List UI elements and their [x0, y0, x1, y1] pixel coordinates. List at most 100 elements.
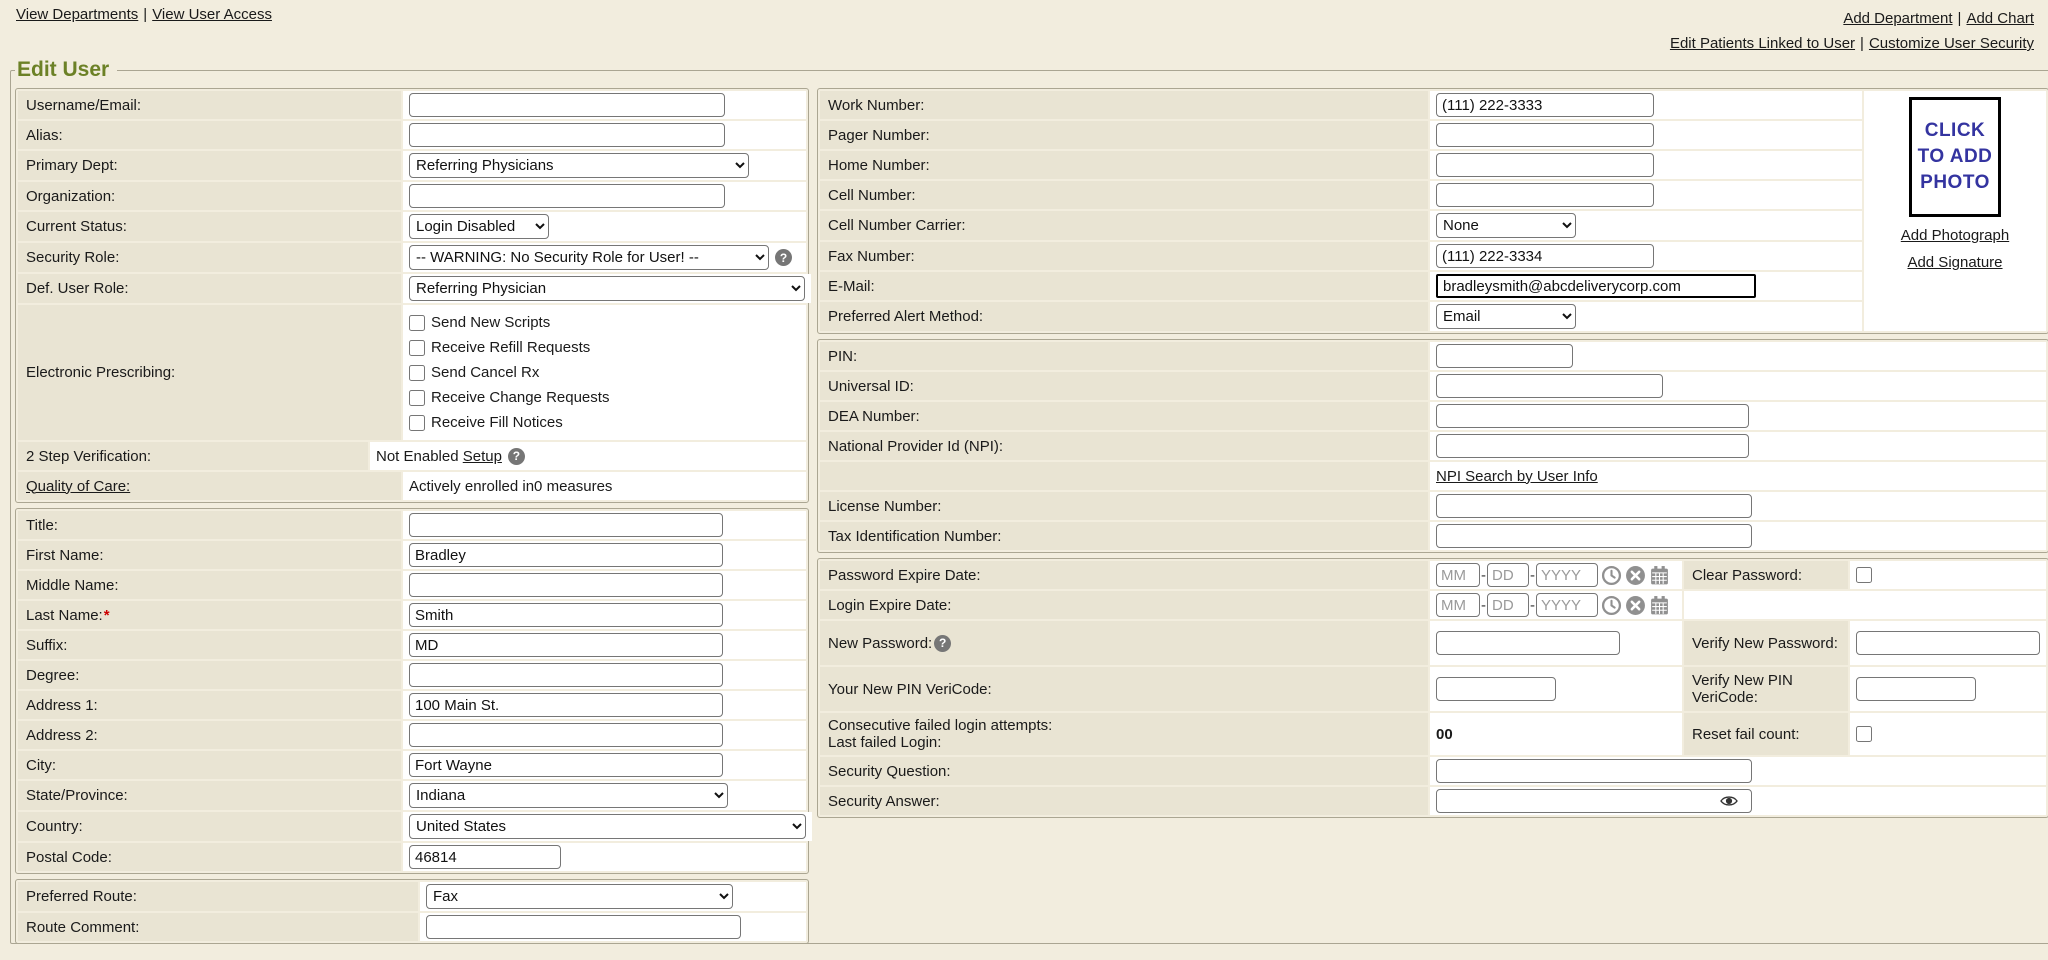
alias-input[interactable]	[409, 123, 725, 147]
receive-fill-notices-checkbox[interactable]	[409, 415, 425, 431]
help-icon[interactable]: ?	[934, 635, 951, 652]
clear-password-checkbox[interactable]	[1856, 567, 1872, 583]
add-photograph-link[interactable]: Add Photograph	[1901, 227, 2009, 244]
reset-fail-count-checkbox[interactable]	[1856, 726, 1872, 742]
send-new-scripts-option[interactable]: Send New Scripts	[409, 310, 609, 335]
first-name-input[interactable]	[409, 543, 723, 567]
receive-refill-requests-checkbox[interactable]	[409, 340, 425, 356]
calendar-icon[interactable]	[1649, 565, 1670, 586]
add-chart-link[interactable]: Add Chart	[1966, 10, 2034, 27]
organization-input[interactable]	[409, 184, 725, 208]
top-links-right: Add Department |Add Chart Edit Patients L…	[1670, 6, 2034, 56]
cell-carrier-select[interactable]: None	[1436, 213, 1576, 238]
send-new-scripts-checkbox[interactable]	[409, 315, 425, 331]
clear-date-icon[interactable]	[1625, 595, 1646, 616]
receive-refill-requests-option[interactable]: Receive Refill Requests	[409, 335, 609, 360]
help-icon[interactable]: ?	[775, 249, 792, 266]
username-label: Username/Email:	[18, 91, 401, 119]
time-icon[interactable]	[1601, 565, 1622, 586]
pin-input[interactable]	[1436, 344, 1573, 368]
state-province-select[interactable]: Indiana	[409, 783, 728, 808]
pager-number-input[interactable]	[1436, 123, 1654, 147]
customize-user-security-link[interactable]: Customize User Security	[1869, 35, 2034, 52]
address2-input[interactable]	[409, 723, 723, 747]
edit-patients-linked-link[interactable]: Edit Patients Linked to User	[1670, 35, 1855, 52]
current-status-select[interactable]: Login Disabled	[409, 214, 549, 239]
send-cancel-rx-checkbox[interactable]	[409, 365, 425, 381]
middle-name-input[interactable]	[409, 573, 723, 597]
route-comment-input[interactable]	[426, 915, 741, 939]
alias-row: Alias:	[18, 121, 806, 149]
account-section: Username/Email: Alias: Primary Dept: Ref…	[15, 88, 809, 503]
def-user-role-select[interactable]: Referring Physician	[409, 276, 805, 301]
suffix-input[interactable]	[409, 633, 723, 657]
alert-method-select[interactable]: Email	[1436, 304, 1576, 329]
suffix-label: Suffix:	[18, 631, 401, 659]
calendar-icon[interactable]	[1649, 595, 1670, 616]
dea-number-input[interactable]	[1436, 404, 1749, 428]
pager-number-row: Pager Number:	[820, 121, 1862, 149]
login-expire-mm-input[interactable]	[1436, 593, 1480, 617]
add-signature-link[interactable]: Add Signature	[1907, 254, 2002, 271]
top-links-right-row2: Edit Patients Linked to User|Customize U…	[1670, 31, 2034, 56]
primary-dept-select[interactable]: Referring Physicians	[409, 153, 749, 178]
new-password-row: New Password:? Verify New Password:	[820, 621, 2046, 665]
security-question-label: Security Question:	[820, 757, 1428, 785]
country-select[interactable]: United States	[409, 814, 806, 839]
cell-number-input[interactable]	[1436, 183, 1654, 207]
two-step-setup-link[interactable]: Setup	[463, 448, 502, 465]
time-icon[interactable]	[1601, 595, 1622, 616]
email-input[interactable]	[1436, 274, 1756, 298]
security-role-select[interactable]: -- WARNING: No Security Role for User! -…	[409, 245, 769, 270]
clear-date-icon[interactable]	[1625, 565, 1646, 586]
verify-password-input[interactable]	[1856, 631, 2040, 655]
title-input[interactable]	[409, 513, 723, 537]
city-input[interactable]	[409, 753, 723, 777]
login-expire-yyyy-input[interactable]	[1536, 593, 1598, 617]
verify-pin-vericode-input[interactable]	[1856, 677, 1976, 701]
send-cancel-rx-option[interactable]: Send Cancel Rx	[409, 360, 609, 385]
postal-code-input[interactable]	[409, 845, 561, 869]
quality-of-care-link[interactable]: Quality of Care:	[26, 478, 130, 495]
pin-vericode-input[interactable]	[1436, 677, 1556, 701]
first-name-row: First Name:	[18, 541, 806, 569]
license-number-input[interactable]	[1436, 494, 1752, 518]
add-photo-placeholder[interactable]: CLICK TO ADD PHOTO	[1909, 97, 2001, 217]
security-answer-input[interactable]	[1436, 789, 1752, 813]
address1-input[interactable]	[409, 693, 723, 717]
preferred-route-label: Preferred Route:	[18, 882, 418, 911]
middle-name-label: Middle Name:	[18, 571, 401, 599]
receive-change-requests-checkbox[interactable]	[409, 390, 425, 406]
work-number-input[interactable]	[1436, 93, 1654, 117]
help-icon[interactable]: ?	[508, 448, 525, 465]
add-department-link[interactable]: Add Department	[1843, 10, 1952, 27]
new-password-input[interactable]	[1436, 631, 1620, 655]
last-name-input[interactable]	[409, 603, 723, 627]
receive-change-requests-option[interactable]: Receive Change Requests	[409, 385, 609, 410]
preferred-route-select[interactable]: Fax	[426, 884, 733, 909]
verify-pin-vericode-label: Verify New PIN VeriCode:	[1684, 667, 1848, 711]
security-question-input[interactable]	[1436, 759, 1752, 783]
show-password-eye-icon[interactable]	[1720, 792, 1738, 810]
password-expire-yyyy-input[interactable]	[1536, 563, 1598, 587]
login-expire-dd-input[interactable]	[1487, 593, 1529, 617]
fax-number-input[interactable]	[1436, 244, 1654, 268]
separator: |	[1958, 10, 1962, 27]
login-expire-empty-cell	[1684, 591, 2046, 619]
degree-row: Degree:	[18, 661, 806, 689]
receive-fill-notices-option[interactable]: Receive Fill Notices	[409, 410, 609, 435]
username-input[interactable]	[409, 93, 725, 117]
date-separator: -	[1481, 567, 1486, 584]
view-departments-link[interactable]: View Departments	[16, 6, 138, 23]
degree-input[interactable]	[409, 663, 723, 687]
npi-input[interactable]	[1436, 434, 1749, 458]
universal-id-input[interactable]	[1436, 374, 1663, 398]
tax-id-input[interactable]	[1436, 524, 1752, 548]
home-number-input[interactable]	[1436, 153, 1654, 177]
pager-number-label: Pager Number:	[820, 121, 1428, 149]
view-user-access-link[interactable]: View User Access	[152, 6, 272, 23]
npi-search-link[interactable]: NPI Search by User Info	[1436, 468, 1598, 485]
top-link-bar: View Departments | View User Access Add De…	[0, 0, 2048, 56]
password-expire-mm-input[interactable]	[1436, 563, 1480, 587]
password-expire-dd-input[interactable]	[1487, 563, 1529, 587]
